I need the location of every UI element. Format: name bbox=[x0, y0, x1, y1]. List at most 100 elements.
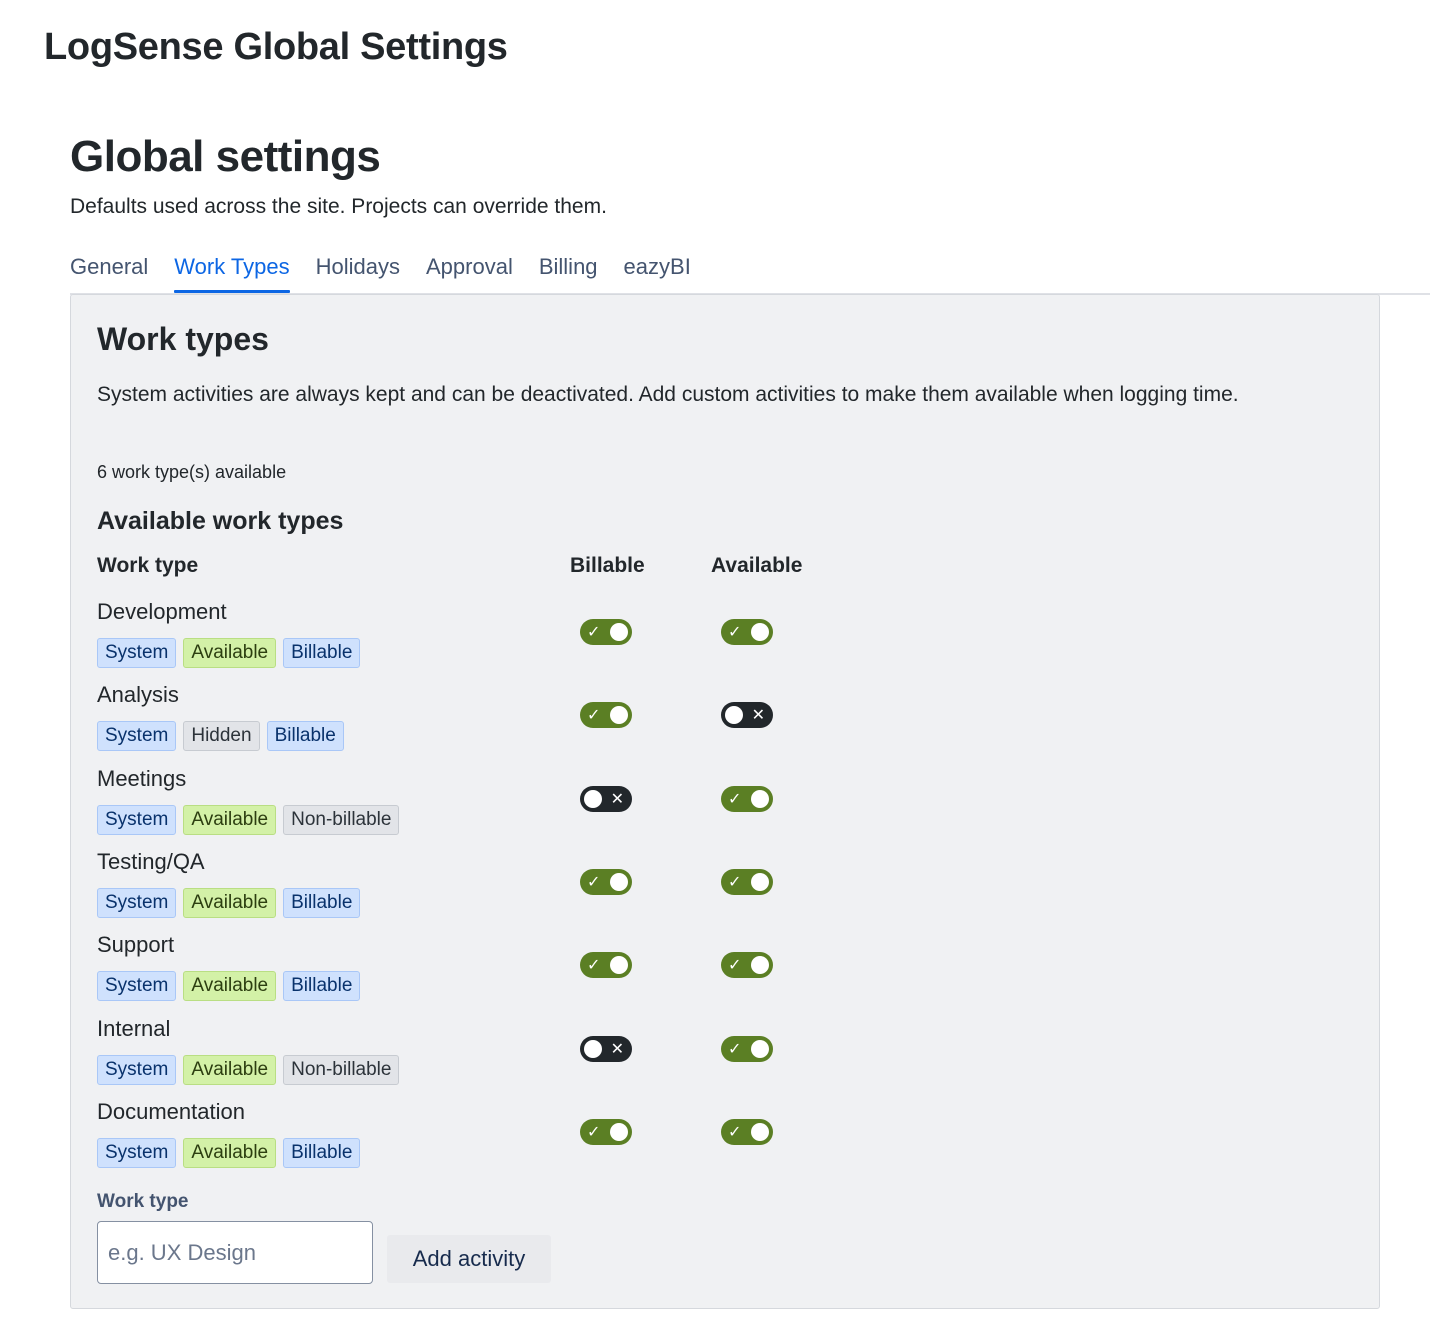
billable-toggle[interactable]: ✓ bbox=[580, 952, 632, 978]
billable-toggle[interactable]: ✓ bbox=[580, 1119, 632, 1145]
toggle-knob bbox=[610, 873, 628, 891]
check-icon: ✓ bbox=[587, 872, 601, 891]
app-title: LogSense Global Settings bbox=[44, 26, 508, 68]
status-badge: Hidden bbox=[183, 721, 260, 751]
settings-tabs: General Work Types Holidays Approval Bil… bbox=[70, 250, 1430, 295]
x-icon: ✕ bbox=[751, 705, 765, 724]
work-type-name: Meetings bbox=[97, 766, 187, 791]
work-type-row: Documentation System Available Billable ✓ ✓ bbox=[97, 1099, 857, 1182]
work-type-row: Meetings System Available Non-billable ✕ ✓ bbox=[97, 766, 857, 849]
work-type-row: Internal System Available Non-billable ✕ ✓ bbox=[97, 1016, 857, 1099]
billable-toggle[interactable]: ✓ bbox=[580, 869, 632, 895]
billable-toggle[interactable]: ✕ bbox=[580, 786, 632, 812]
available-toggle[interactable]: ✓ bbox=[721, 786, 773, 812]
work-type-count: 6 work type(s) available bbox=[97, 462, 287, 482]
tab-approval[interactable]: Approval bbox=[426, 250, 513, 289]
check-icon: ✓ bbox=[728, 872, 742, 891]
status-badge: Billable bbox=[266, 721, 344, 751]
badge-group: System Available Billable bbox=[97, 638, 361, 668]
status-badge: System bbox=[97, 971, 177, 1001]
work-types-panel: Work types System activities are always … bbox=[70, 294, 1380, 1309]
work-type-name: Internal bbox=[97, 1016, 171, 1041]
check-icon: ✓ bbox=[728, 1122, 742, 1141]
available-toggle[interactable]: ✓ bbox=[721, 1119, 773, 1145]
tab-billing[interactable]: Billing bbox=[539, 250, 598, 289]
check-icon: ✓ bbox=[587, 622, 601, 641]
check-icon: ✓ bbox=[587, 1122, 601, 1141]
status-badge: Billable bbox=[283, 888, 361, 918]
status-badge: Available bbox=[183, 971, 277, 1001]
status-badge: Non-billable bbox=[283, 805, 400, 835]
toggle-knob bbox=[610, 623, 628, 641]
check-icon: ✓ bbox=[587, 705, 601, 724]
work-type-row: Analysis System Hidden Billable ✓ ✕ bbox=[97, 682, 857, 765]
work-type-name: Testing/QA bbox=[97, 849, 205, 874]
column-header-billable: Billable bbox=[570, 554, 645, 577]
status-badge: Billable bbox=[283, 638, 361, 668]
available-toggle[interactable]: ✓ bbox=[721, 869, 773, 895]
work-type-row: Support System Available Billable ✓ ✓ bbox=[97, 932, 857, 1015]
badge-group: System Available Billable bbox=[97, 888, 361, 918]
tab-work-types[interactable]: Work Types bbox=[174, 250, 290, 293]
work-type-name: Documentation bbox=[97, 1099, 245, 1124]
work-type-input[interactable] bbox=[97, 1221, 373, 1284]
check-icon: ✓ bbox=[728, 622, 742, 641]
billable-toggle[interactable]: ✓ bbox=[580, 702, 632, 728]
available-toggle[interactable]: ✕ bbox=[721, 702, 773, 728]
toggle-knob bbox=[584, 790, 602, 808]
badge-group: System Available Billable bbox=[97, 1138, 361, 1168]
status-badge: Available bbox=[183, 638, 277, 668]
available-toggle[interactable]: ✓ bbox=[721, 619, 773, 645]
toggle-knob bbox=[610, 956, 628, 974]
status-badge: System bbox=[97, 1138, 177, 1168]
status-badge: System bbox=[97, 1055, 177, 1085]
panel-title: Work types bbox=[97, 321, 269, 357]
status-badge: System bbox=[97, 721, 177, 751]
work-type-name: Support bbox=[97, 932, 175, 957]
tab-general[interactable]: General bbox=[70, 250, 148, 289]
status-badge: Non-billable bbox=[283, 1055, 400, 1085]
available-toggle[interactable]: ✓ bbox=[721, 952, 773, 978]
column-header-available: Available bbox=[711, 554, 803, 577]
billable-toggle[interactable]: ✕ bbox=[580, 1036, 632, 1062]
work-type-name: Analysis bbox=[97, 682, 179, 707]
toggle-knob bbox=[751, 956, 769, 974]
work-type-name: Development bbox=[97, 599, 227, 624]
status-badge: Billable bbox=[283, 971, 361, 1001]
x-icon: ✕ bbox=[610, 789, 624, 808]
status-badge: Available bbox=[183, 1055, 277, 1085]
billable-toggle[interactable]: ✓ bbox=[580, 619, 632, 645]
check-icon: ✓ bbox=[728, 789, 742, 808]
toggle-knob bbox=[725, 706, 743, 724]
status-badge: Available bbox=[183, 1138, 277, 1168]
toggle-knob bbox=[610, 706, 628, 724]
check-icon: ✓ bbox=[728, 955, 742, 974]
page-title: Global settings bbox=[70, 132, 381, 181]
work-type-row: Testing/QA System Available Billable ✓ ✓ bbox=[97, 849, 857, 932]
badge-group: System Hidden Billable bbox=[97, 721, 344, 751]
tab-holidays[interactable]: Holidays bbox=[316, 250, 400, 289]
toggle-knob bbox=[610, 1123, 628, 1141]
tab-eazybi[interactable]: eazyBI bbox=[624, 250, 691, 289]
column-header-work-type: Work type bbox=[97, 554, 199, 577]
check-icon: ✓ bbox=[728, 1039, 742, 1058]
work-type-field-label: Work type bbox=[97, 1191, 189, 1212]
toggle-knob bbox=[751, 623, 769, 641]
panel-description: System activities are always kept and ca… bbox=[97, 383, 1239, 406]
available-toggle[interactable]: ✓ bbox=[721, 1036, 773, 1062]
page-subtitle: Defaults used across the site. Projects … bbox=[70, 195, 607, 218]
status-badge: System bbox=[97, 888, 177, 918]
toggle-knob bbox=[584, 1040, 602, 1058]
status-badge: System bbox=[97, 805, 177, 835]
toggle-knob bbox=[751, 1040, 769, 1058]
badge-group: System Available Billable bbox=[97, 971, 361, 1001]
badge-group: System Available Non-billable bbox=[97, 1055, 400, 1085]
status-badge: Available bbox=[183, 805, 277, 835]
badge-group: System Available Non-billable bbox=[97, 805, 400, 835]
status-badge: Available bbox=[183, 888, 277, 918]
toggle-knob bbox=[751, 1123, 769, 1141]
x-icon: ✕ bbox=[610, 1039, 624, 1058]
add-activity-button[interactable]: Add activity bbox=[387, 1235, 551, 1283]
status-badge: Billable bbox=[283, 1138, 361, 1168]
section-title: Available work types bbox=[97, 507, 344, 535]
